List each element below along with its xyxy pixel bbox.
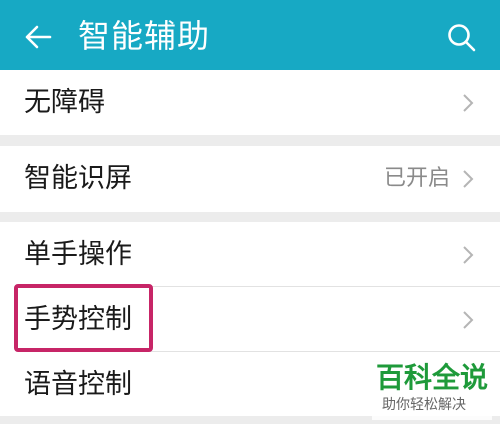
- watermark-logo: 百科全说 助你轻松解决: [372, 360, 492, 420]
- app-bar: 智能辅助: [0, 0, 500, 70]
- chevron-right-icon: [463, 311, 474, 329]
- settings-item-accessibility[interactable]: 无障碍: [0, 70, 500, 136]
- status-value: 已开启: [383, 166, 450, 191]
- highlight-box: [14, 284, 153, 352]
- search-icon[interactable]: [446, 22, 476, 52]
- settings-item-label: 语音控制: [24, 369, 132, 400]
- watermark-subtitle: 助你轻松解决: [382, 397, 466, 413]
- settings-group-smart-screen: 智能识屏 已开启: [0, 146, 500, 212]
- chevron-right-icon: [463, 246, 474, 264]
- chevron-right-icon: [463, 94, 474, 112]
- watermark-brand: 百科全说: [376, 361, 489, 394]
- settings-group-accessibility: 无障碍: [0, 70, 500, 135]
- settings-item-one-hand[interactable]: 单手操作: [0, 222, 500, 288]
- page-title: 智能辅助: [78, 17, 211, 55]
- settings-item-label: 单手操作: [24, 239, 132, 270]
- chevron-right-icon: [463, 170, 474, 188]
- settings-item-label: 无障碍: [24, 87, 105, 118]
- arrow-left-icon[interactable]: [24, 23, 52, 51]
- settings-item-smart-screen[interactable]: 智能识屏 已开启: [0, 146, 500, 212]
- settings-item-label: 智能识屏: [24, 163, 132, 194]
